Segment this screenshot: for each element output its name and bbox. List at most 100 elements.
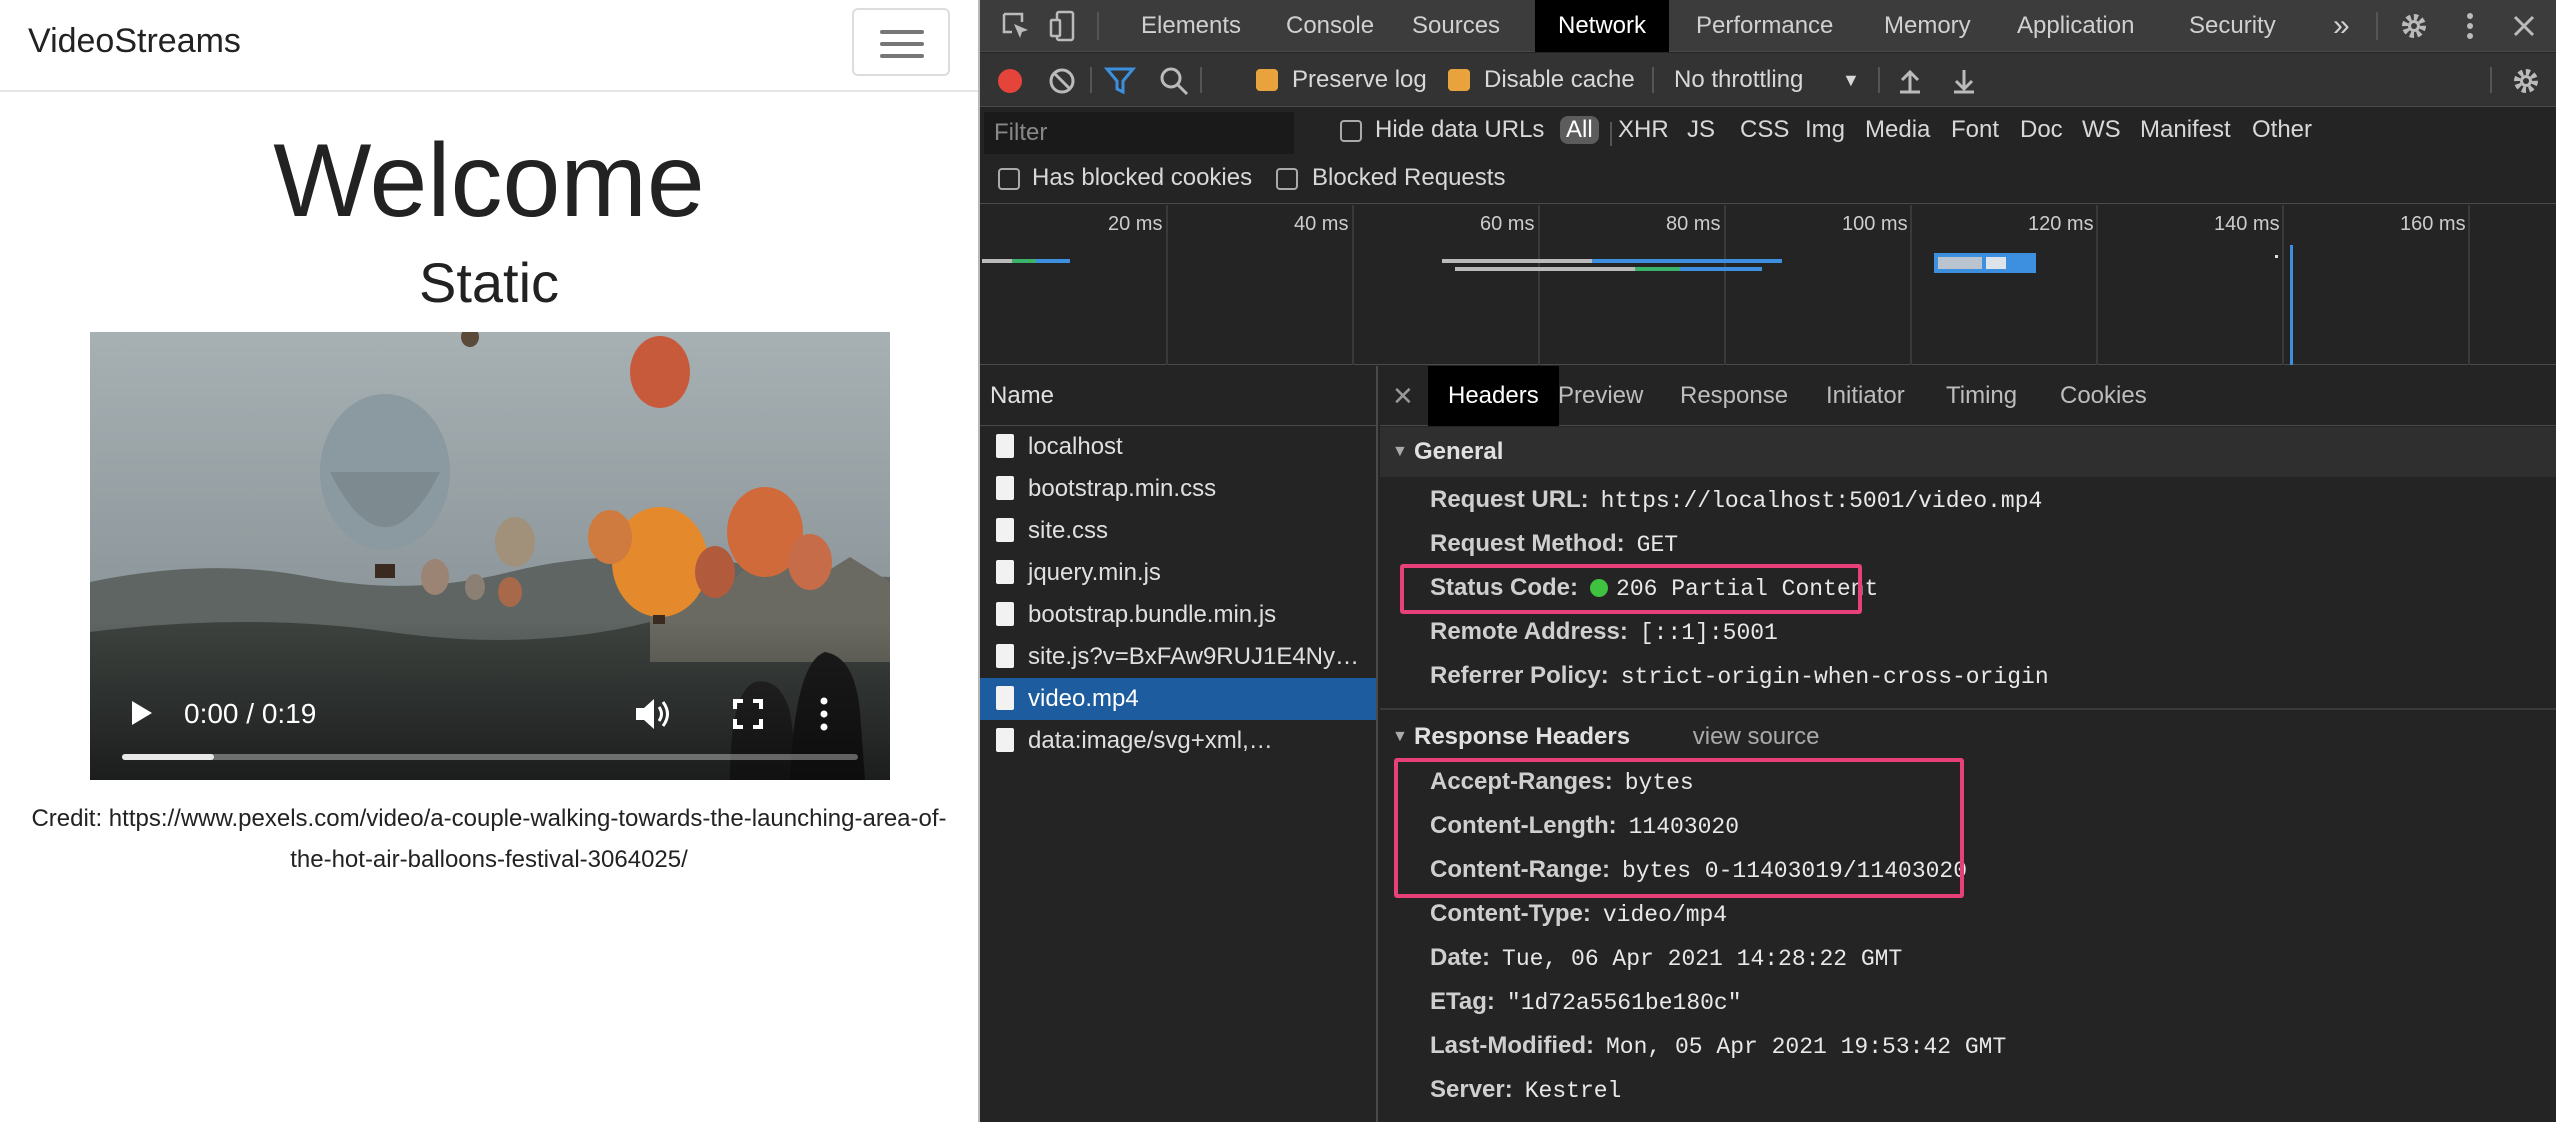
request-row[interactable]: bootstrap.min.css (980, 468, 1376, 510)
general-section-header[interactable]: ▼ General (1380, 427, 2556, 477)
header-key: Date: (1430, 944, 1491, 971)
network-overview-timeline[interactable]: 20 ms 40 ms 60 ms 80 ms 100 ms 120 ms 14… (980, 205, 2556, 365)
tab-elements[interactable]: Elements (1141, 0, 1241, 52)
hide-data-urls-label: Hide data URLs (1375, 116, 1545, 143)
device-toolbar-icon[interactable] (1048, 10, 1080, 42)
type-filter-other[interactable]: Other (2252, 116, 2312, 144)
preserve-log-checkbox[interactable] (1256, 69, 1278, 91)
video-progress-bar[interactable] (122, 754, 858, 760)
disable-cache-checkbox[interactable] (1448, 69, 1470, 91)
devtools-tab-bar: Elements Console Sources Network Perform… (980, 0, 2556, 52)
hide-data-urls-checkbox[interactable] (1340, 120, 1362, 142)
import-har-icon[interactable] (1894, 65, 1926, 97)
type-filter-css[interactable]: CSS (1740, 116, 1789, 144)
dropdown-arrow-icon[interactable]: ▼ (1842, 53, 1860, 107)
play-icon[interactable] (126, 698, 156, 728)
throttling-select[interactable]: No throttling (1674, 53, 1803, 107)
close-devtools-icon[interactable] (2508, 10, 2540, 42)
header-key: ETag: (1430, 988, 1495, 1015)
video-player[interactable]: 0:00 / 0:19 (90, 332, 890, 780)
export-har-icon[interactable] (1948, 65, 1980, 97)
view-source-link[interactable]: view source (1693, 723, 1820, 750)
record-icon[interactable] (994, 65, 1026, 97)
separator (1610, 122, 1612, 146)
header-row-last-modified: Last-Modified: Mon, 05 Apr 2021 19:53:42 … (1430, 1024, 2006, 1068)
tab-application[interactable]: Application (2017, 0, 2134, 52)
name-column-header[interactable]: Name (980, 366, 1376, 426)
tab-headers[interactable]: Headers (1428, 366, 1559, 426)
filter-funnel-icon[interactable] (1104, 65, 1136, 97)
type-filter-img[interactable]: Img (1805, 116, 1845, 144)
clear-icon[interactable] (1046, 65, 1078, 97)
request-row[interactable]: localhost (980, 426, 1376, 468)
hamburger-icon-bar (880, 42, 924, 46)
filter-input[interactable] (984, 112, 1294, 154)
separator (1878, 67, 1880, 93)
blocked-requests-checkbox[interactable] (1276, 168, 1298, 190)
kebab-menu-icon[interactable] (2454, 10, 2486, 42)
type-filter-all[interactable]: All (1560, 116, 1599, 144)
network-toolbar: Preserve log Disable cache No throttling… (980, 53, 2556, 107)
header-key: Request URL: (1430, 486, 1589, 513)
tab-security[interactable]: Security (2189, 0, 2276, 52)
header-value: strict-origin-when-cross-origin (1620, 664, 2049, 690)
header-row-remote-address: Remote Address: [::1]:5001 (1430, 610, 1778, 654)
tab-preview[interactable]: Preview (1558, 366, 1643, 426)
tab-cookies[interactable]: Cookies (2060, 366, 2147, 426)
tab-response[interactable]: Response (1680, 366, 1788, 426)
inspect-element-icon[interactable] (1000, 10, 1032, 42)
blocked-requests-label: Blocked Requests (1312, 164, 1506, 191)
web-page: VideoStreams Welcome Static 0:00 / 0:19 … (0, 0, 978, 1122)
status-code-highlight-box (1400, 564, 1862, 614)
header-row-request-method: Request Method: GET (1430, 522, 1678, 566)
more-options-icon[interactable] (816, 696, 832, 732)
navbar-toggler-button[interactable] (852, 8, 950, 76)
tab-sources[interactable]: Sources (1412, 0, 1500, 52)
request-row[interactable]: site.css (980, 510, 1376, 552)
tab-memory[interactable]: Memory (1884, 0, 1971, 52)
fullscreen-icon[interactable] (732, 698, 764, 730)
brand-link[interactable]: VideoStreams (28, 22, 241, 61)
header-value: Mon, 05 Apr 2021 19:53:42 GMT (1605, 1034, 2007, 1060)
detail-tab-bar: ✕ Headers Preview Response Initiator Tim… (1380, 366, 2556, 426)
tab-timing[interactable]: Timing (1946, 366, 2017, 426)
volume-icon[interactable] (632, 696, 672, 732)
document-icon (996, 728, 1014, 752)
header-row-content-type: Content-Type: video/mp4 (1430, 892, 1727, 936)
request-list: Name localhost bootstrap.min.css site.cs… (980, 366, 1378, 1122)
type-filter-font[interactable]: Font (1951, 116, 1999, 144)
document-icon (996, 518, 1014, 542)
request-row[interactable]: site.js?v=BxFAw9RUJ1E4Ny… (980, 636, 1376, 678)
request-row-selected[interactable]: video.mp4 (980, 678, 1376, 720)
request-name: localhost (1028, 433, 1123, 460)
type-filter-manifest[interactable]: Manifest (2140, 116, 2231, 144)
type-filter-xhr[interactable]: XHR (1618, 116, 1669, 144)
type-filter-media[interactable]: Media (1865, 116, 1930, 144)
has-blocked-cookies-checkbox[interactable] (998, 168, 1020, 190)
collapse-triangle-icon: ▼ (1392, 728, 1408, 745)
preserve-log-label: Preserve log (1292, 66, 1427, 93)
request-name: site.js?v=BxFAw9RUJ1E4Ny… (1028, 643, 1360, 670)
search-icon[interactable] (1158, 65, 1190, 97)
tab-initiator[interactable]: Initiator (1826, 366, 1905, 426)
settings-gear-icon[interactable] (2398, 10, 2430, 42)
more-tabs-chevron-icon[interactable]: » (2333, 0, 2350, 52)
request-row[interactable]: jquery.min.js (980, 552, 1376, 594)
request-row[interactable]: data:image/svg+xml,… (980, 720, 1376, 762)
document-icon (996, 560, 1014, 584)
network-settings-gear-icon[interactable] (2510, 65, 2542, 97)
request-row[interactable]: bootstrap.bundle.min.js (980, 594, 1376, 636)
tab-console[interactable]: Console (1286, 0, 1374, 52)
document-icon (996, 644, 1014, 668)
tab-performance[interactable]: Performance (1696, 0, 1833, 52)
type-filter-ws[interactable]: WS (2082, 116, 2121, 144)
tab-network[interactable]: Network (1535, 0, 1670, 52)
navbar: VideoStreams (0, 0, 978, 92)
close-detail-icon[interactable]: ✕ (1392, 366, 1414, 426)
response-headers-section-header[interactable]: ▼ Response Headers view source (1380, 712, 2556, 762)
type-filter-doc[interactable]: Doc (2020, 116, 2063, 144)
header-value: [::1]:5001 (1639, 620, 1778, 646)
header-row-etag: ETag: "1d72a5561be180c" (1430, 980, 1742, 1024)
type-filter-js[interactable]: JS (1687, 116, 1715, 144)
request-name: jquery.min.js (1028, 559, 1161, 586)
